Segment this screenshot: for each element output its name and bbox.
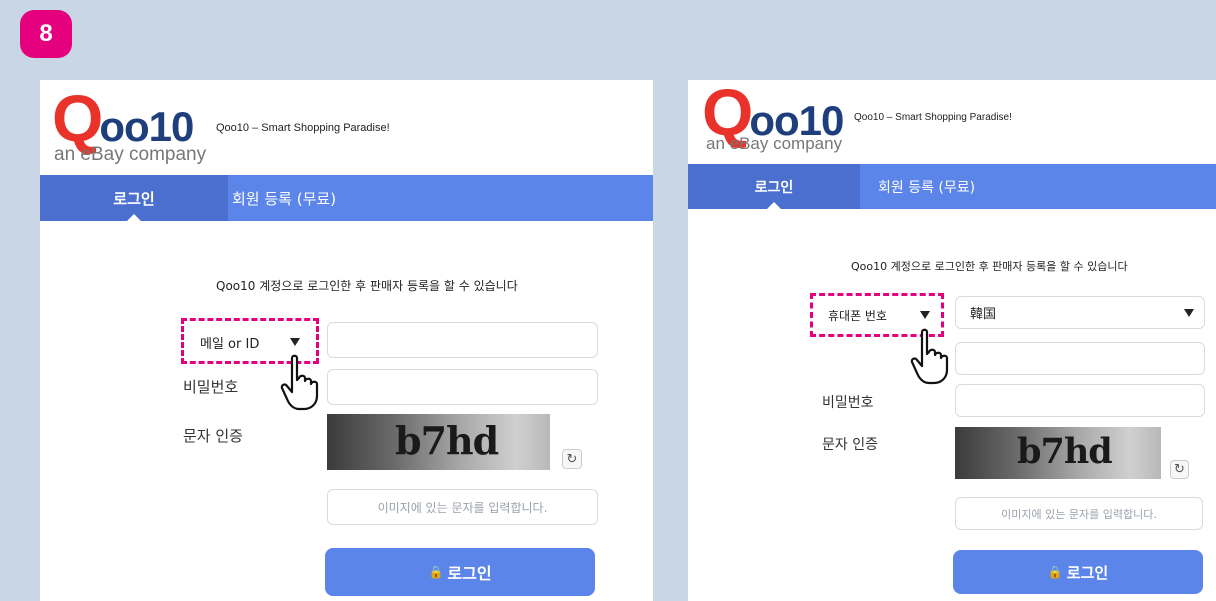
- lock-icon: 🔒: [1047, 565, 1063, 579]
- login-button[interactable]: 🔒 로그인: [953, 550, 1203, 594]
- tab-login[interactable]: 로그인: [40, 175, 228, 222]
- step-badge: 8: [20, 10, 72, 58]
- tab-register-label: 회원 등록 (무료): [232, 189, 337, 208]
- login-panel-left: Qoo10 an eBay company Qoo10 – Smart Shop…: [40, 80, 653, 601]
- header: Qoo10 an eBay company Qoo10 – Smart Shop…: [40, 80, 653, 176]
- tab-login-label: 로그인: [113, 189, 155, 208]
- header: Qoo10 an eBay company Qoo10 – Smart Shop…: [688, 80, 1216, 176]
- active-tab-notch: [126, 214, 142, 222]
- captcha-text: b7hd: [1017, 431, 1113, 472]
- captcha-input[interactable]: 이미지에 있는 문자를 입력합니다.: [955, 497, 1203, 530]
- tagline: Qoo10 – Smart Shopping Paradise!: [216, 122, 390, 134]
- password-label: 비밀번호: [183, 378, 239, 396]
- id-input[interactable]: [327, 322, 598, 358]
- captcha-label: 문자 인증: [183, 427, 243, 445]
- captcha-text: b7hd: [395, 418, 499, 463]
- captcha-input[interactable]: 이미지에 있는 문자를 입력합니다.: [327, 489, 598, 525]
- lock-icon: 🔒: [428, 565, 444, 579]
- logo-rest: oo10: [99, 103, 194, 150]
- ebay-company-text: an eBay company: [706, 134, 843, 153]
- password-input[interactable]: [955, 384, 1205, 417]
- captcha-image: b7hd: [955, 427, 1161, 479]
- refresh-icon[interactable]: ↻: [562, 449, 582, 469]
- tagline: Qoo10 – Smart Shopping Paradise!: [854, 112, 1012, 123]
- tab-bar: 로그인 회원 등록 (무료): [40, 175, 653, 222]
- info-text: Qoo10 계정으로 로그인한 후 판매자 등록을 할 수 있습니다: [216, 279, 518, 293]
- login-panel-right: Qoo10 an eBay company Qoo10 – Smart Shop…: [688, 80, 1216, 601]
- captcha-label: 문자 인증: [822, 437, 878, 453]
- info-text: Qoo10 계정으로 로그인한 후 판매자 등록을 할 수 있습니다: [851, 260, 1128, 273]
- login-button-label: 로그인: [447, 564, 492, 583]
- login-button-label: 로그인: [1066, 563, 1109, 582]
- tab-login[interactable]: 로그인: [688, 164, 860, 210]
- hand-pointer-icon: [910, 328, 949, 385]
- ebay-company-text: an eBay company: [54, 144, 207, 165]
- tab-register[interactable]: 회원 등록 (무료): [232, 175, 336, 221]
- tab-login-label: 로그인: [754, 179, 794, 196]
- password-label: 비밀번호: [822, 395, 874, 411]
- tab-bar: 로그인 회원 등록 (무료): [688, 164, 1216, 210]
- active-tab-notch: [766, 202, 782, 210]
- captcha-image: b7hd: [327, 414, 550, 470]
- country-select[interactable]: 韓国: [955, 296, 1205, 329]
- refresh-icon[interactable]: ↻: [1170, 460, 1189, 479]
- password-input[interactable]: [327, 369, 598, 405]
- triangle-down-icon: [1184, 308, 1194, 317]
- phone-input[interactable]: [955, 342, 1205, 375]
- tab-register[interactable]: 회원 등록 (무료): [878, 164, 975, 209]
- hand-pointer-icon: [280, 354, 319, 411]
- country-value: 韓国: [970, 307, 997, 322]
- tab-register-label: 회원 등록 (무료): [878, 179, 976, 196]
- login-button[interactable]: 🔒 로그인: [325, 548, 595, 596]
